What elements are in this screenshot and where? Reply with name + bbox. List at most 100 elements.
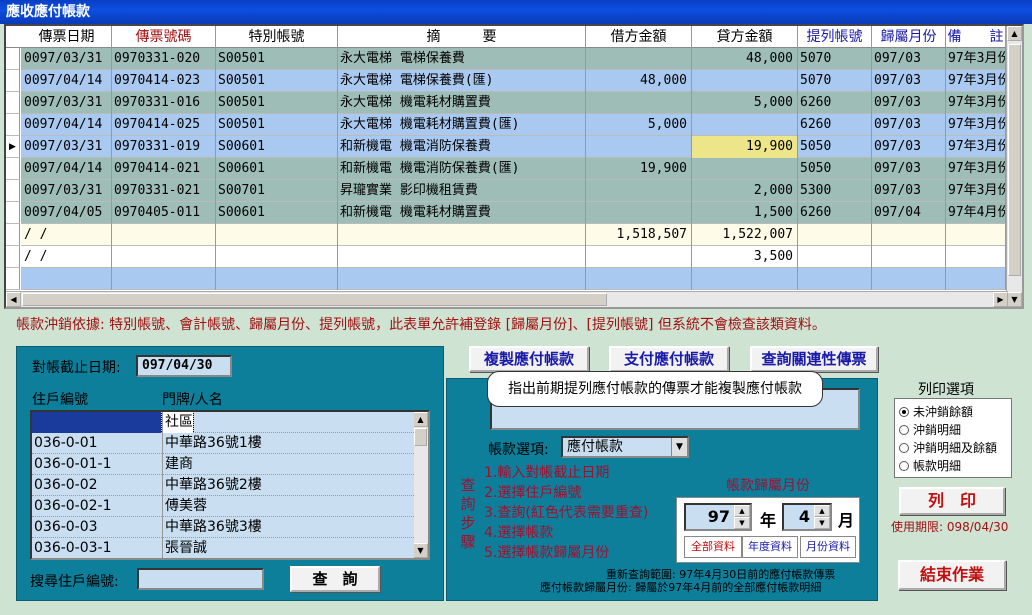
cell-date[interactable]: 0097/04/14 [22, 158, 112, 180]
column-header[interactable]: 貸方金額 [692, 26, 798, 48]
print-option-radio[interactable]: 帳款明細 [899, 457, 961, 474]
cell-credit[interactable] [692, 268, 798, 290]
month-up-icon[interactable]: ▲ [814, 505, 830, 517]
cell-voucher[interactable]: 0970331-021 [112, 180, 216, 202]
year-up-icon[interactable]: ▲ [734, 505, 750, 517]
radio-icon[interactable] [899, 425, 909, 435]
cell-month[interactable] [872, 268, 946, 290]
row-selector[interactable] [6, 224, 20, 246]
household-item[interactable]: 社區 [32, 412, 414, 434]
cell-desc[interactable]: 和新機電 機電消防保養費(匯) [338, 158, 586, 180]
cell-month[interactable]: 097/03 [872, 48, 946, 70]
cell-debit[interactable] [586, 268, 692, 290]
cell-month[interactable]: 097/03 [872, 114, 946, 136]
cell-debit[interactable] [586, 246, 692, 268]
cell-accrual[interactable] [798, 224, 872, 246]
print-option-radio[interactable]: 沖銷明細及餘額 [899, 439, 997, 456]
cell-acct[interactable]: S00501 [216, 92, 338, 114]
cell-note[interactable]: 97年3月份 [946, 180, 1006, 202]
list-scrollbar[interactable]: ▲ ▼ [412, 412, 428, 558]
cell-credit[interactable]: 1,500 [692, 202, 798, 224]
cell-credit[interactable]: 48,000 [692, 48, 798, 70]
column-header[interactable]: 備 註 [946, 26, 1006, 48]
scroll-up-icon[interactable]: ▲ [1007, 26, 1022, 41]
cell-credit[interactable]: 2,000 [692, 180, 798, 202]
cell-voucher[interactable]: 0970414-023 [112, 70, 216, 92]
column-header[interactable]: 提列帳號 [798, 26, 872, 48]
cell-debit[interactable] [586, 202, 692, 224]
cell-credit[interactable]: 3,500 [692, 246, 798, 268]
cell-debit[interactable] [586, 136, 692, 158]
cell-month[interactable]: 097/03 [872, 70, 946, 92]
scroll-down-icon[interactable]: ▼ [1007, 292, 1022, 307]
cell-desc[interactable] [338, 246, 586, 268]
cell-desc[interactable]: 和新機電 機電耗材購置費 [338, 202, 586, 224]
pay-payable-button[interactable]: 支付應付帳款 [609, 346, 729, 372]
cell-note[interactable]: 97年3月份 [946, 48, 1006, 70]
cell-month[interactable]: 097/03 [872, 158, 946, 180]
cell-desc[interactable]: 永大電梯 機電耗材購置費 [338, 92, 586, 114]
cell-date[interactable]: 0097/04/05 [22, 202, 112, 224]
cell-debit[interactable] [586, 92, 692, 114]
row-selector[interactable] [6, 268, 20, 290]
all-data-button[interactable]: 全部資料 [684, 536, 742, 558]
print-button[interactable]: 列 印 [899, 487, 1005, 515]
cell-note[interactable]: 97年3月份 [946, 158, 1006, 180]
column-header[interactable]: 傳票日期 [22, 26, 112, 48]
cell-desc[interactable]: 昇瓏實業 影印機租賃費 [338, 180, 586, 202]
cell-acct[interactable] [216, 268, 338, 290]
cell-credit[interactable]: 1,522,007 [692, 224, 798, 246]
account-option-select[interactable]: 應付帳款 ▼ [561, 436, 689, 458]
row-selector[interactable] [6, 70, 20, 92]
household-item[interactable]: 036-0-03 中華路36號3樓 [32, 517, 414, 538]
household-item[interactable]: 036-0-02-1 傅美蓉 [32, 496, 414, 517]
row-selector[interactable] [6, 48, 20, 70]
cell-acct[interactable]: S00601 [216, 202, 338, 224]
radio-icon[interactable] [899, 407, 909, 417]
cell-accrual[interactable]: 6260 [798, 202, 872, 224]
cell-note[interactable] [946, 268, 1006, 290]
cell-acct[interactable]: S00701 [216, 180, 338, 202]
cell-accrual[interactable]: 5070 [798, 70, 872, 92]
cell-acct[interactable]: S00501 [216, 70, 338, 92]
vertical-scrollbar[interactable]: ▲ ▼ [1006, 26, 1022, 307]
cell-note[interactable]: 97年4月份 [946, 202, 1006, 224]
cell-accrual[interactable]: 5050 [798, 158, 872, 180]
cell-accrual[interactable]: 5070 [798, 48, 872, 70]
cell-note[interactable]: 97年3月份 [946, 136, 1006, 158]
year-data-button[interactable]: 年度資料 [742, 536, 798, 558]
cell-voucher[interactable]: 0970414-021 [112, 158, 216, 180]
cell-voucher[interactable]: 0970331-020 [112, 48, 216, 70]
cell-credit[interactable] [692, 114, 798, 136]
household-item[interactable]: 036-0-02 中華路36號2樓 [32, 475, 414, 496]
cell-desc[interactable] [338, 224, 586, 246]
cell-note[interactable] [946, 246, 1006, 268]
cell-acct[interactable] [216, 246, 338, 268]
cell-month[interactable] [872, 224, 946, 246]
related-voucher-button[interactable]: 查詢關連性傳票 [750, 346, 878, 372]
cell-accrual[interactable] [798, 246, 872, 268]
cell-date[interactable]: 0097/03/31 [22, 180, 112, 202]
cell-note[interactable] [946, 224, 1006, 246]
cell-credit[interactable]: 19,900 [692, 136, 798, 158]
cell-credit[interactable]: 5,000 [692, 92, 798, 114]
household-item[interactable]: 036-0-01-1 建商 [32, 454, 414, 475]
cell-note[interactable]: 97年3月份 [946, 70, 1006, 92]
cell-date[interactable]: 0097/03/31 [22, 92, 112, 114]
cell-note[interactable]: 97年3月份 [946, 92, 1006, 114]
household-item[interactable]: 036-0-03-1 張晉誠 [32, 538, 414, 558]
cell-month[interactable]: 097/03 [872, 136, 946, 158]
cell-accrual[interactable]: 5300 [798, 180, 872, 202]
cell-desc[interactable] [338, 268, 586, 290]
cell-voucher[interactable]: 0970414-025 [112, 114, 216, 136]
column-header[interactable]: 傳票號碼 [112, 26, 216, 48]
ledger-grid[interactable]: 傳票日期 傳票號碼 特別帳號摘 要借方金額 貸方金額 提列帳號 歸屬月份備 註 0097/… [4, 24, 1024, 309]
query-button[interactable]: 查 詢 [290, 566, 380, 592]
row-selector[interactable] [6, 246, 20, 268]
horizontal-scrollbar[interactable]: ◀ ▶ [6, 291, 1008, 307]
hscroll-thumb[interactable] [22, 293, 607, 306]
cell-month[interactable]: 097/03 [872, 92, 946, 114]
list-scroll-thumb[interactable] [414, 428, 427, 446]
household-item[interactable]: 036-0-01 中華路36號1樓 [32, 433, 414, 454]
column-header[interactable]: 歸屬月份 [872, 26, 946, 48]
